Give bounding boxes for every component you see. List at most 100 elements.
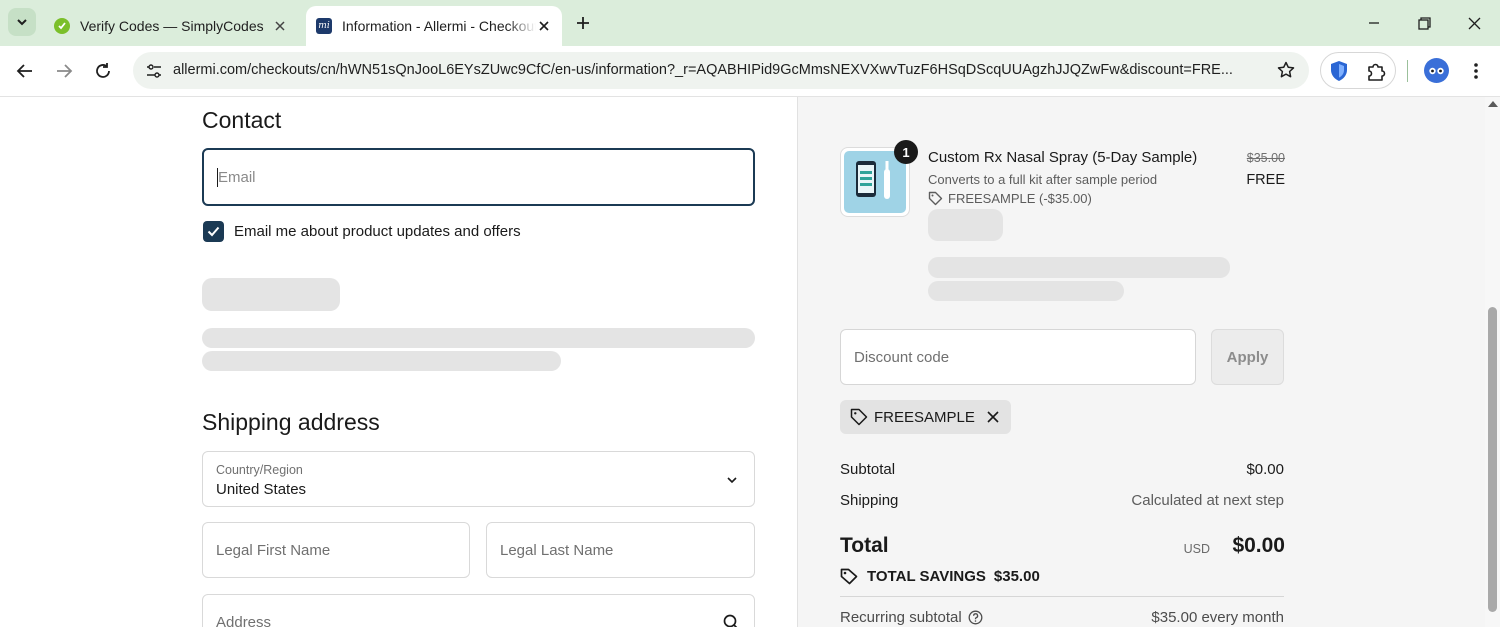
- subtotal-label: Subtotal: [840, 461, 896, 478]
- arrow-right-icon: [57, 64, 73, 78]
- applied-discount-chip: FREESAMPLE: [840, 400, 1011, 434]
- marketing-opt-in-checkbox[interactable]: [203, 221, 224, 242]
- summary-divider: [840, 596, 1284, 597]
- country-region-value: United States: [216, 481, 307, 498]
- tag-icon: [850, 408, 868, 426]
- puzzle-extensions-icon[interactable]: [1365, 60, 1387, 87]
- minimize-window-button[interactable]: [1361, 10, 1387, 36]
- subtotal-value: $0.00: [1246, 461, 1284, 478]
- loading-skeleton: [202, 328, 755, 348]
- tune-icon: [146, 63, 161, 78]
- allermi-favicon-icon: mi: [316, 18, 332, 34]
- quantity-badge: 1: [894, 140, 918, 164]
- close-icon: [1468, 17, 1480, 29]
- last-name-placeholder: Legal Last Name: [500, 542, 614, 559]
- tab-search-button[interactable]: [8, 8, 36, 36]
- restore-window-button[interactable]: [1411, 10, 1437, 36]
- browser-menu-button[interactable]: [1466, 58, 1486, 84]
- minimize-icon: [1369, 22, 1379, 24]
- loading-skeleton: [202, 278, 340, 311]
- chevron-down-icon: [727, 477, 737, 484]
- tag-icon: [840, 568, 858, 585]
- original-price: $35.00: [1246, 151, 1285, 165]
- applied-discount-code: FREESAMPLE: [874, 408, 975, 426]
- back-button[interactable]: [11, 57, 39, 85]
- address-field[interactable]: Address: [202, 594, 755, 627]
- apply-discount-button[interactable]: Apply: [1211, 329, 1284, 385]
- page-scrollbar[interactable]: [1485, 97, 1500, 627]
- shipping-label: Shipping: [840, 492, 899, 509]
- extensions-group: [1320, 52, 1396, 89]
- close-tab-icon[interactable]: [536, 18, 552, 34]
- total-value: $0.00: [1232, 534, 1285, 557]
- loading-skeleton: [928, 257, 1230, 278]
- tag-icon: [928, 191, 943, 206]
- country-region-label: Country/Region: [216, 463, 303, 477]
- tab-allermi-checkout[interactable]: mi Information - Allermi - Checkout: [306, 6, 562, 46]
- first-name-field[interactable]: Legal First Name: [202, 522, 470, 578]
- arrow-left-icon: [16, 64, 32, 78]
- country-region-select[interactable]: Country/Region United States: [202, 451, 755, 507]
- bookmark-star-icon[interactable]: [1277, 61, 1295, 84]
- total-label: Total: [840, 534, 889, 557]
- more-vertical-icon: [1474, 63, 1478, 79]
- contact-heading: Contact: [202, 107, 282, 133]
- recurring-subtotal-value: $35.00 every month: [1151, 609, 1284, 626]
- total-savings: TOTAL SAVINGS $35.00: [840, 568, 1040, 585]
- scroll-up-arrow-icon[interactable]: [1488, 101, 1498, 107]
- checkout-form: Contact Email Email me about product upd…: [0, 97, 797, 627]
- close-tab-icon[interactable]: [272, 18, 288, 34]
- product-discount-text: FREESAMPLE (-$35.00): [948, 191, 1092, 206]
- last-name-field[interactable]: Legal Last Name: [486, 522, 755, 578]
- reload-icon: [96, 63, 110, 78]
- site-info-button[interactable]: [141, 58, 166, 83]
- total-savings-label: TOTAL SAVINGS: [867, 568, 986, 585]
- shipping-address-heading: Shipping address: [202, 409, 380, 435]
- help-circle-icon[interactable]: [968, 610, 983, 625]
- discount-code-input[interactable]: Discount code: [840, 329, 1196, 385]
- close-window-button[interactable]: [1461, 10, 1487, 36]
- recurring-subtotal-label: Recurring subtotal: [840, 609, 962, 626]
- toolbar-separator: [1407, 60, 1408, 82]
- subtotal-row: Subtotal $0.00: [840, 461, 1284, 478]
- address-bar[interactable]: allermi.com/checkouts/cn/hWN51sQnJooL6EY…: [133, 52, 1309, 89]
- checkmark-icon: [207, 226, 220, 237]
- forward-button[interactable]: [50, 57, 78, 85]
- profile-avatar-icon[interactable]: [1424, 58, 1449, 83]
- address-placeholder: Address: [216, 614, 272, 627]
- marketing-opt-in-label[interactable]: Email me about product updates and offer…: [234, 223, 521, 240]
- email-placeholder: Email: [218, 169, 256, 186]
- email-field[interactable]: Email: [202, 148, 755, 206]
- plus-icon: [577, 17, 589, 29]
- remove-discount-icon[interactable]: [987, 411, 999, 423]
- recurring-subtotal-row: Recurring subtotal $35.00 every month: [840, 609, 1284, 626]
- reload-button[interactable]: [89, 57, 117, 85]
- browser-toolbar: allermi.com/checkouts/cn/hWN51sQnJooL6EY…: [0, 46, 1500, 97]
- total-savings-value: $35.00: [993, 568, 1040, 585]
- item-price: FREE: [1246, 172, 1285, 188]
- product-discount-line: FREESAMPLE (-$35.00): [928, 191, 1092, 206]
- restore-icon: [1417, 16, 1431, 30]
- currency-code: USD: [1183, 542, 1210, 556]
- search-icon: [723, 614, 738, 627]
- loading-skeleton: [202, 351, 561, 371]
- product-description: Converts to a full kit after sample peri…: [928, 172, 1158, 187]
- product-name: Custom Rx Nasal Spray (5-Day Sample): [928, 149, 1198, 166]
- order-summary: 1 Custom Rx Nasal Spray (5-Day Sample) C…: [797, 97, 1485, 627]
- discount-code-placeholder: Discount code: [854, 349, 950, 366]
- shipping-row: Shipping Calculated at next step: [840, 492, 1284, 509]
- url-text[interactable]: allermi.com/checkouts/cn/hWN51sQnJooL6EY…: [173, 62, 1263, 78]
- loading-skeleton: [928, 209, 1003, 241]
- new-tab-button[interactable]: [572, 12, 594, 34]
- simplycodes-favicon-icon: [54, 18, 70, 34]
- shield-extension-icon[interactable]: [1329, 60, 1349, 87]
- tab-title: Verify Codes — SimplyCodes: [80, 18, 264, 34]
- scrollbar-thumb[interactable]: [1488, 307, 1497, 612]
- checkout-page: Contact Email Email me about product upd…: [0, 97, 1485, 627]
- first-name-placeholder: Legal First Name: [216, 542, 331, 559]
- chevron-down-icon: [17, 19, 27, 26]
- loading-skeleton: [928, 281, 1124, 301]
- tab-verify-codes[interactable]: Verify Codes — SimplyCodes: [42, 6, 300, 46]
- tab-title: Information - Allermi - Checkout: [342, 18, 536, 34]
- shipping-value: Calculated at next step: [1131, 492, 1284, 509]
